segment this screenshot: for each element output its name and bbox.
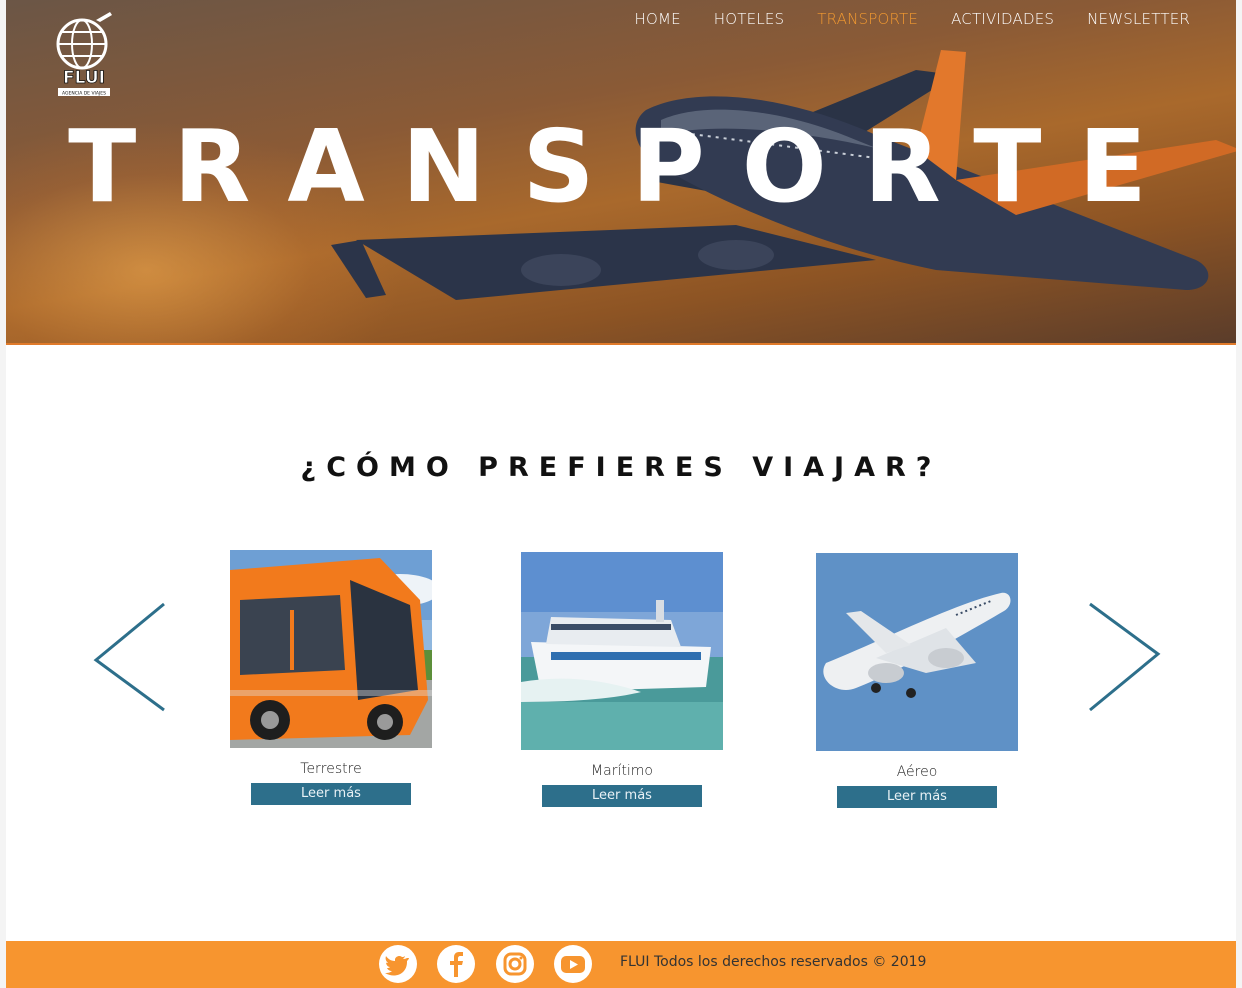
nav-newsletter[interactable]: NEWSLETTER: [1087, 10, 1190, 28]
svg-text:FLUI: FLUI: [63, 68, 105, 88]
leer-mas-button-aereo[interactable]: Leer más: [837, 786, 997, 808]
airplane-photo[interactable]: [816, 553, 1018, 751]
youtube-icon[interactable]: [554, 945, 592, 983]
copyright-text: FLUI Todos los derechos reservados © 201…: [620, 954, 927, 970]
section-title: ¿CÓMO PREFIERES VIAJAR?: [300, 452, 942, 483]
footer: FLUI Todos los derechos reservados © 201…: [6, 941, 1236, 988]
leer-mas-button-maritimo[interactable]: Leer más: [542, 785, 702, 807]
chevron-left-icon[interactable]: [88, 598, 168, 718]
instagram-icon[interactable]: [496, 945, 534, 983]
nav-transporte[interactable]: TRANSPORTE: [817, 10, 918, 28]
card-maritimo: Marítimo Leer más: [521, 552, 723, 807]
nav-hoteles[interactable]: HOTELES: [714, 10, 784, 28]
card-label-terrestre: Terrestre: [300, 761, 362, 777]
twitter-icon[interactable]: [379, 945, 417, 983]
nav-home[interactable]: HOME: [634, 10, 680, 28]
facebook-icon[interactable]: [437, 945, 475, 983]
card-label-maritimo: Marítimo: [591, 763, 653, 779]
card-label-aereo: Aéreo: [896, 764, 938, 780]
flui-logo[interactable]: FLUI AGENCIA DE VIAJES: [52, 10, 116, 100]
leer-mas-button-terrestre[interactable]: Leer más: [251, 783, 411, 805]
hero-title: TRANSPORTE: [68, 108, 1184, 225]
nav-actividades[interactable]: ACTIVIDADES: [951, 10, 1054, 28]
main-nav: HOME HOTELES TRANSPORTE ACTIVIDADES NEWS…: [634, 10, 1190, 28]
hero-banner: FLUI AGENCIA DE VIAJES HOME HOTELES TRAN…: [6, 0, 1236, 345]
bus-photo[interactable]: [230, 550, 440, 748]
card-aereo: Aéreo Leer más: [816, 553, 1018, 808]
card-terrestre: Terrestre Leer más: [230, 550, 440, 805]
page: FLUI AGENCIA DE VIAJES HOME HOTELES TRAN…: [6, 0, 1236, 988]
svg-text:AGENCIA DE VIAJES: AGENCIA DE VIAJES: [62, 91, 106, 97]
chevron-right-icon[interactable]: [1084, 598, 1164, 718]
ferry-photo[interactable]: [521, 552, 723, 750]
